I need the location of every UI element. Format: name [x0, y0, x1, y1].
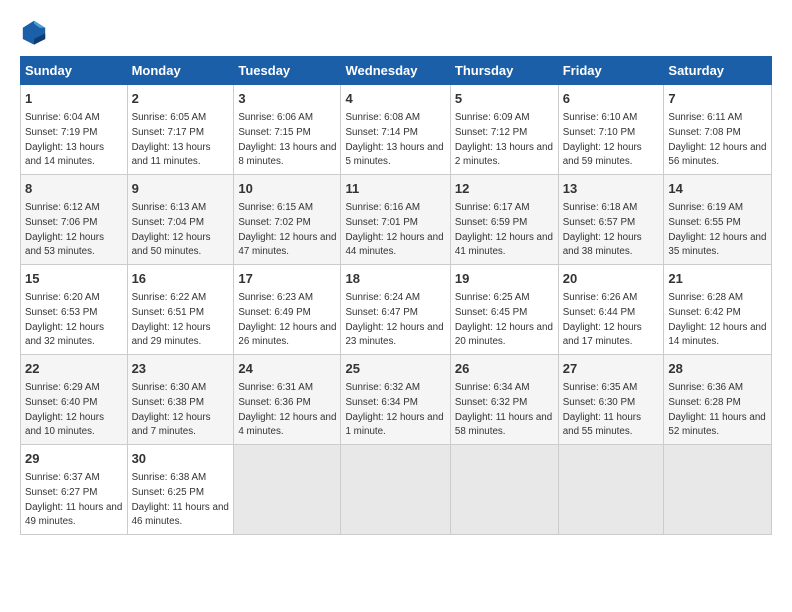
- table-cell: 2Sunrise: 6:05 AMSunset: 7:17 PMDaylight…: [127, 85, 234, 175]
- calendar-row: 8Sunrise: 6:12 AMSunset: 7:06 PMDaylight…: [21, 175, 772, 265]
- col-friday: Friday: [558, 57, 664, 85]
- table-cell: 18Sunrise: 6:24 AMSunset: 6:47 PMDayligh…: [341, 265, 450, 355]
- table-cell: 19Sunrise: 6:25 AMSunset: 6:45 PMDayligh…: [450, 265, 558, 355]
- calendar-row: 1Sunrise: 6:04 AMSunset: 7:19 PMDaylight…: [21, 85, 772, 175]
- table-cell: [234, 445, 341, 535]
- table-cell: 22Sunrise: 6:29 AMSunset: 6:40 PMDayligh…: [21, 355, 128, 445]
- table-cell: 25Sunrise: 6:32 AMSunset: 6:34 PMDayligh…: [341, 355, 450, 445]
- table-cell: [341, 445, 450, 535]
- table-cell: 27Sunrise: 6:35 AMSunset: 6:30 PMDayligh…: [558, 355, 664, 445]
- table-cell: 30Sunrise: 6:38 AMSunset: 6:25 PMDayligh…: [127, 445, 234, 535]
- logo-icon: [20, 18, 48, 46]
- table-cell: 23Sunrise: 6:30 AMSunset: 6:38 PMDayligh…: [127, 355, 234, 445]
- col-saturday: Saturday: [664, 57, 772, 85]
- col-wednesday: Wednesday: [341, 57, 450, 85]
- table-cell: 15Sunrise: 6:20 AMSunset: 6:53 PMDayligh…: [21, 265, 128, 355]
- table-cell: 26Sunrise: 6:34 AMSunset: 6:32 PMDayligh…: [450, 355, 558, 445]
- table-cell: 3Sunrise: 6:06 AMSunset: 7:15 PMDaylight…: [234, 85, 341, 175]
- page: Sunday Monday Tuesday Wednesday Thursday…: [0, 0, 792, 612]
- table-cell: 6Sunrise: 6:10 AMSunset: 7:10 PMDaylight…: [558, 85, 664, 175]
- table-cell: 24Sunrise: 6:31 AMSunset: 6:36 PMDayligh…: [234, 355, 341, 445]
- table-cell: 16Sunrise: 6:22 AMSunset: 6:51 PMDayligh…: [127, 265, 234, 355]
- table-cell: 17Sunrise: 6:23 AMSunset: 6:49 PMDayligh…: [234, 265, 341, 355]
- table-cell: 20Sunrise: 6:26 AMSunset: 6:44 PMDayligh…: [558, 265, 664, 355]
- calendar-row: 29Sunrise: 6:37 AMSunset: 6:27 PMDayligh…: [21, 445, 772, 535]
- col-sunday: Sunday: [21, 57, 128, 85]
- calendar-row: 22Sunrise: 6:29 AMSunset: 6:40 PMDayligh…: [21, 355, 772, 445]
- col-tuesday: Tuesday: [234, 57, 341, 85]
- table-cell: 29Sunrise: 6:37 AMSunset: 6:27 PMDayligh…: [21, 445, 128, 535]
- table-cell: 4Sunrise: 6:08 AMSunset: 7:14 PMDaylight…: [341, 85, 450, 175]
- table-cell: [450, 445, 558, 535]
- table-cell: 28Sunrise: 6:36 AMSunset: 6:28 PMDayligh…: [664, 355, 772, 445]
- logo: [20, 18, 52, 46]
- table-cell: [664, 445, 772, 535]
- col-thursday: Thursday: [450, 57, 558, 85]
- header: [20, 18, 772, 46]
- table-cell: 21Sunrise: 6:28 AMSunset: 6:42 PMDayligh…: [664, 265, 772, 355]
- calendar-table: Sunday Monday Tuesday Wednesday Thursday…: [20, 56, 772, 535]
- table-cell: 13Sunrise: 6:18 AMSunset: 6:57 PMDayligh…: [558, 175, 664, 265]
- header-row: Sunday Monday Tuesday Wednesday Thursday…: [21, 57, 772, 85]
- table-cell: 7Sunrise: 6:11 AMSunset: 7:08 PMDaylight…: [664, 85, 772, 175]
- table-cell: 10Sunrise: 6:15 AMSunset: 7:02 PMDayligh…: [234, 175, 341, 265]
- table-cell: 1Sunrise: 6:04 AMSunset: 7:19 PMDaylight…: [21, 85, 128, 175]
- table-cell: 11Sunrise: 6:16 AMSunset: 7:01 PMDayligh…: [341, 175, 450, 265]
- calendar-row: 15Sunrise: 6:20 AMSunset: 6:53 PMDayligh…: [21, 265, 772, 355]
- table-cell: 9Sunrise: 6:13 AMSunset: 7:04 PMDaylight…: [127, 175, 234, 265]
- table-cell: 12Sunrise: 6:17 AMSunset: 6:59 PMDayligh…: [450, 175, 558, 265]
- table-cell: 5Sunrise: 6:09 AMSunset: 7:12 PMDaylight…: [450, 85, 558, 175]
- col-monday: Monday: [127, 57, 234, 85]
- table-cell: [558, 445, 664, 535]
- table-cell: 14Sunrise: 6:19 AMSunset: 6:55 PMDayligh…: [664, 175, 772, 265]
- table-cell: 8Sunrise: 6:12 AMSunset: 7:06 PMDaylight…: [21, 175, 128, 265]
